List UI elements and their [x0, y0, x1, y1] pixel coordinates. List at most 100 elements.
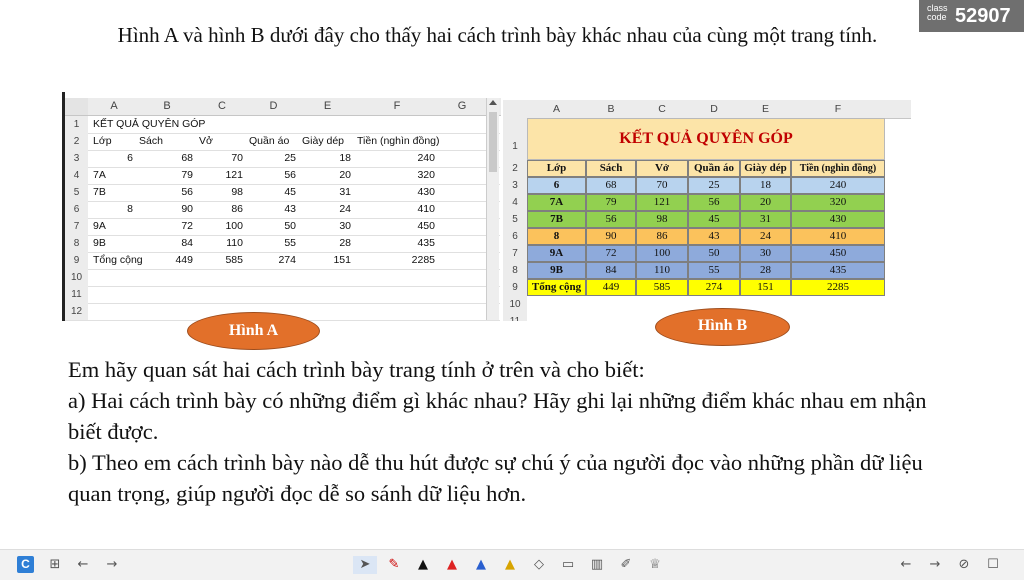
sheet-b-col-c[interactable]: C: [636, 100, 688, 118]
sheet-b-cell[interactable]: 72: [586, 245, 636, 262]
row-number[interactable]: 5: [503, 211, 527, 228]
row-number[interactable]: 8: [65, 235, 88, 252]
sheet-b-col-d[interactable]: D: [688, 100, 740, 118]
sheet-a-cell[interactable]: 110: [197, 235, 243, 252]
sheet-a-cell[interactable]: 435: [355, 235, 435, 252]
row-number[interactable]: 11: [503, 313, 527, 321]
hide-icon[interactable]: ⊘: [955, 556, 973, 574]
sheet-a-cell[interactable]: KẾT QUẢ QUYÊN GÓP: [93, 116, 205, 133]
row-number[interactable]: 10: [503, 296, 527, 313]
highlighter-icon[interactable]: ▲: [501, 556, 519, 574]
sheet-a-cell[interactable]: 9B: [93, 235, 106, 252]
sheet-b-cell[interactable]: 410: [791, 228, 885, 245]
row-number[interactable]: 5: [65, 184, 88, 201]
row-number[interactable]: 9: [65, 252, 88, 269]
sheet-a-cell[interactable]: 410: [355, 201, 435, 218]
sheet-a-cell[interactable]: 449: [137, 252, 193, 269]
row-number[interactable]: 2: [503, 160, 527, 177]
sheet-b-cell[interactable]: 121: [636, 194, 688, 211]
settings-icon[interactable]: ☐: [984, 556, 1002, 574]
sheet-a-col-c[interactable]: C: [197, 98, 247, 115]
eraser-icon[interactable]: ◇: [530, 556, 548, 574]
sheet-b-cell[interactable]: 9B: [527, 262, 586, 279]
app-icon[interactable]: C: [17, 556, 34, 573]
pen-blue-icon[interactable]: ▲: [472, 556, 490, 574]
sheet-a-cell[interactable]: 6: [91, 150, 133, 167]
sheet-b-cell[interactable]: 24: [740, 228, 791, 245]
sheet-a-cell[interactable]: 151: [300, 252, 351, 269]
sheet-a-cell[interactable]: 9A: [93, 218, 106, 235]
sheet-b-cell[interactable]: 18: [740, 177, 791, 194]
sheet-b-col-a[interactable]: A: [527, 100, 586, 118]
sheet-b-cell[interactable]: 450: [791, 245, 885, 262]
sheet-a-col-g[interactable]: G: [439, 98, 485, 115]
sheet-b-cell[interactable]: 28: [740, 262, 791, 279]
sheet-a-cell[interactable]: 86: [197, 201, 243, 218]
sheet-a-cell[interactable]: 585: [197, 252, 243, 269]
sheet-b-header-cell[interactable]: Giày dép: [740, 160, 791, 177]
row-number[interactable]: 10: [65, 269, 88, 286]
row-number[interactable]: 4: [503, 194, 527, 211]
sheet-b-cell[interactable]: 435: [791, 262, 885, 279]
sheet-b-cell[interactable]: 43: [688, 228, 740, 245]
sheet-a-cell[interactable]: 84: [137, 235, 193, 252]
sheet-a-cell[interactable]: 7A: [93, 167, 106, 184]
forward-arrow-icon[interactable]: →: [103, 556, 121, 574]
sheet-b-cell[interactable]: 9A: [527, 245, 586, 262]
sheet-a-col-a[interactable]: A: [91, 98, 137, 115]
sheet-b-cell[interactable]: 274: [688, 279, 740, 296]
sheet-a-cell[interactable]: 274: [247, 252, 296, 269]
row-number[interactable]: 11: [65, 286, 88, 303]
sheet-b-cell[interactable]: 320: [791, 194, 885, 211]
row-number[interactable]: 3: [65, 150, 88, 167]
sheet-b-cell[interactable]: 84: [586, 262, 636, 279]
sheet-a-cell[interactable]: 240: [355, 150, 435, 167]
sheet-b-cell[interactable]: 2285: [791, 279, 885, 296]
sheet-b-cell[interactable]: 68: [586, 177, 636, 194]
sheet-b-cell[interactable]: 90: [586, 228, 636, 245]
sheet-a-col-d[interactable]: D: [247, 98, 300, 115]
row-number[interactable]: 4: [65, 167, 88, 184]
sheet-a-cell[interactable]: Sách: [139, 133, 163, 150]
clipboard-icon[interactable]: ✐: [617, 556, 635, 574]
sheet-b-header-cell[interactable]: Tiền (nghìn đồng): [791, 160, 885, 177]
sheet-b-cell[interactable]: 7A: [527, 194, 586, 211]
sheet-a-cell[interactable]: 20: [300, 167, 351, 184]
sheet-a-cell[interactable]: 56: [137, 184, 193, 201]
sheet-a-cell[interactable]: 50: [247, 218, 296, 235]
sheet-a-cell[interactable]: Lớp: [93, 133, 112, 150]
sheet-a-cell[interactable]: Vở: [199, 133, 213, 150]
sheet-b-cell[interactable]: 151: [740, 279, 791, 296]
row-number[interactable]: 7: [503, 245, 527, 262]
row-number[interactable]: 1: [503, 118, 527, 160]
sheet-a-col-e[interactable]: E: [300, 98, 355, 115]
pointer-icon[interactable]: ➤: [353, 556, 377, 574]
grid-icon[interactable]: ⊞: [46, 556, 64, 574]
row-number[interactable]: 8: [503, 262, 527, 279]
sheet-a-cell[interactable]: 430: [355, 184, 435, 201]
sheet-a-cell[interactable]: 43: [247, 201, 296, 218]
sheet-a-cell[interactable]: 8: [91, 201, 133, 218]
sheet-a-cell[interactable]: 450: [355, 218, 435, 235]
sheet-b-cell[interactable]: 6: [527, 177, 586, 194]
row-number[interactable]: 6: [65, 201, 88, 218]
sheet-a-cell[interactable]: 45: [247, 184, 296, 201]
sheet-a-cell[interactable]: 68: [137, 150, 193, 167]
row-number[interactable]: 12: [65, 303, 88, 320]
sheet-b-cell[interactable]: 25: [688, 177, 740, 194]
sheet-a-cell[interactable]: 56: [247, 167, 296, 184]
sheet-a-cell[interactable]: 72: [137, 218, 193, 235]
sheet-b-col-e[interactable]: E: [740, 100, 791, 118]
sheet-b-header-cell[interactable]: Vở: [636, 160, 688, 177]
sheet-b-col-f[interactable]: F: [791, 100, 885, 118]
row-number[interactable]: 2: [65, 133, 88, 150]
sheet-a-cell[interactable]: Tiền (nghìn đồng): [357, 133, 440, 150]
sheet-b-cell[interactable]: 55: [688, 262, 740, 279]
sheet-a-cell[interactable]: 70: [197, 150, 243, 167]
prev-page-icon[interactable]: ←: [897, 556, 915, 574]
sheet-b-cell[interactable]: 449: [586, 279, 636, 296]
sheet-b-cell[interactable]: 86: [636, 228, 688, 245]
sheet-b-cell[interactable]: 20: [740, 194, 791, 211]
sheet-a-cell[interactable]: 55: [247, 235, 296, 252]
sheet-b-cell[interactable]: 110: [636, 262, 688, 279]
